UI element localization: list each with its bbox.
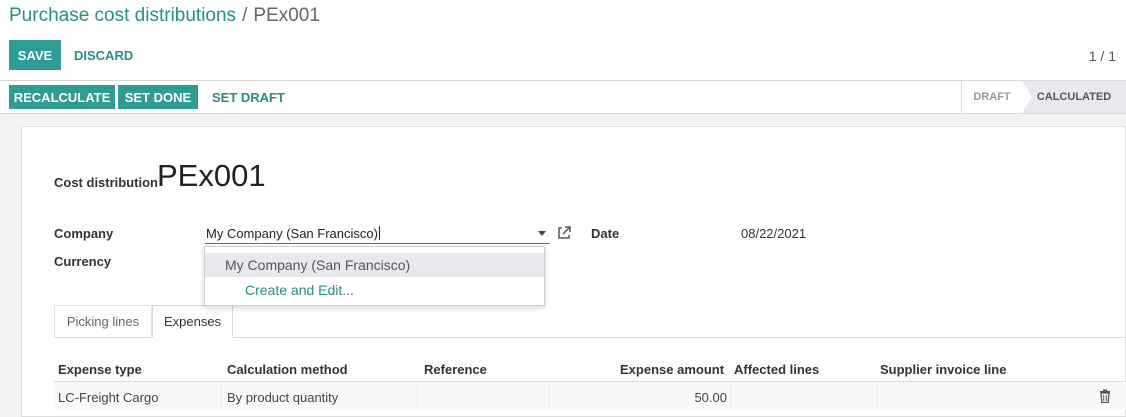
tab-picking-lines[interactable]: Picking lines (54, 305, 152, 337)
cell-expense-amount[interactable]: 50.00 (620, 390, 727, 405)
date-value[interactable]: 08/22/2021 (741, 226, 806, 241)
cost-distribution-label: Cost distribution (54, 175, 158, 190)
recalculate-button[interactable]: RECALCULATE (9, 85, 115, 109)
column-header-calculation-method[interactable]: Calculation method (227, 362, 348, 377)
company-field[interactable]: My Company (San Francisco) (205, 224, 550, 244)
stage-pipeline: DRAFT CALCULATED (961, 81, 1126, 113)
breadcrumb: Purchase cost distributions / PEx001 (9, 5, 320, 27)
currency-label: Currency (54, 254, 112, 269)
autocomplete-option[interactable]: My Company (San Francisco) (205, 253, 544, 277)
column-separator (220, 382, 221, 410)
breadcrumb-current: PEx001 (253, 5, 320, 26)
cell-calculation-method[interactable]: By product quantity (227, 390, 338, 405)
column-header-affected-lines[interactable]: Affected lines (734, 362, 819, 377)
date-label: Date (591, 226, 620, 241)
cell-expense-type[interactable]: LC-Freight Cargo (58, 390, 158, 405)
discard-button[interactable]: DISCARD (74, 48, 133, 63)
trash-icon[interactable] (1098, 389, 1112, 403)
external-link-icon[interactable] (556, 225, 572, 241)
breadcrumb-separator: / (242, 5, 248, 26)
create-and-edit-option[interactable]: Create and Edit... (245, 278, 354, 302)
column-separator (876, 382, 877, 410)
cost-distribution-name: PEx001 (157, 158, 266, 193)
table-row[interactable] (54, 382, 1126, 410)
set-done-button[interactable]: SET DONE (118, 85, 198, 109)
column-separator (548, 382, 549, 410)
company-autocomplete-menu: My Company (San Francisco) Create and Ed… (204, 246, 545, 306)
breadcrumb-parent-link[interactable]: Purchase cost distributions (9, 5, 236, 26)
stage-calculated: CALCULATED (1022, 81, 1126, 113)
column-header-reference[interactable]: Reference (424, 362, 487, 377)
set-draft-button[interactable]: SET DRAFT (212, 90, 285, 105)
statusbar: RECALCULATE SET DONE SET DRAFT DRAFT CAL… (0, 80, 1126, 114)
pager-value[interactable]: 1 / 1 (1089, 48, 1116, 64)
column-header-supplier-invoice-line[interactable]: Supplier invoice line (880, 362, 1006, 377)
save-button[interactable]: SAVE (9, 40, 61, 70)
column-header-expense-amount[interactable]: Expense amount (620, 362, 724, 377)
column-separator (417, 382, 418, 410)
company-field-value: My Company (San Francisco) (206, 226, 378, 241)
stage-draft[interactable]: DRAFT (961, 81, 1022, 113)
column-separator (730, 382, 731, 410)
chevron-down-icon[interactable] (538, 231, 546, 236)
tab-expenses[interactable]: Expenses (152, 305, 233, 338)
company-label: Company (54, 226, 114, 241)
column-header-expense-type[interactable]: Expense type (58, 362, 142, 377)
